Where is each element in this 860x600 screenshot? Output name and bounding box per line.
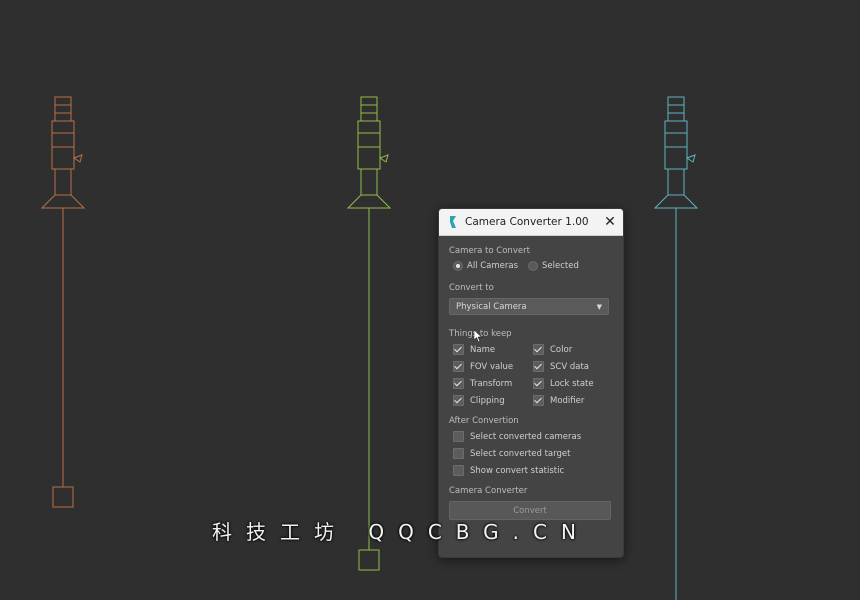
radio-dot-icon bbox=[453, 261, 463, 271]
radio-selected[interactable]: Selected bbox=[528, 261, 579, 271]
watermark-text: 科技工坊 QQCBG.CN bbox=[212, 520, 590, 544]
checkbox-icon bbox=[533, 344, 544, 355]
checkbox-icon bbox=[453, 344, 464, 355]
checkbox-label: Name bbox=[470, 344, 496, 355]
section-after-convertion: After Convertion bbox=[449, 416, 519, 426]
checkbox-label: Select converted target bbox=[470, 448, 571, 459]
checkbox-icon bbox=[533, 378, 544, 389]
checkbox-label: Transform bbox=[470, 378, 513, 389]
checkbox-color[interactable]: Color bbox=[533, 344, 613, 355]
checkbox-icon bbox=[453, 448, 464, 459]
app-icon bbox=[450, 216, 456, 228]
checkbox-label: Select converted cameras bbox=[470, 431, 582, 442]
checkbox-label: Lock state bbox=[550, 378, 594, 389]
convert-to-value: Physical Camera bbox=[456, 301, 527, 312]
checkbox-label: Modifier bbox=[550, 395, 585, 406]
dialog-title: Camera Converter 1.00 bbox=[465, 216, 589, 228]
mouse-cursor-icon bbox=[474, 330, 482, 342]
convert-to-dropdown[interactable]: Physical Camera ▼ bbox=[449, 298, 609, 315]
camera-cyan[interactable] bbox=[653, 96, 699, 600]
dialog-titlebar[interactable]: Camera Converter 1.00 ✕ bbox=[439, 209, 623, 236]
camera-green[interactable] bbox=[346, 96, 392, 571]
checkbox-name[interactable]: Name bbox=[453, 344, 533, 355]
checkbox-modifier[interactable]: Modifier bbox=[533, 395, 613, 406]
radio-dot-icon bbox=[528, 261, 539, 271]
camera-orange[interactable] bbox=[40, 96, 86, 508]
checkbox-select-converted-cameras[interactable]: Select converted cameras bbox=[453, 431, 613, 442]
checkbox-label: FOV value bbox=[470, 361, 514, 372]
checkbox-label: Color bbox=[550, 344, 573, 355]
viewport[interactable] bbox=[0, 0, 860, 600]
chevron-down-icon: ▼ bbox=[596, 302, 602, 311]
checkbox-icon bbox=[453, 378, 464, 389]
checkbox-lock-state[interactable]: Lock state bbox=[533, 378, 613, 389]
checkbox-label: Clipping bbox=[470, 395, 505, 406]
radio-all-cameras-label: All Cameras bbox=[467, 261, 519, 271]
checkbox-icon bbox=[453, 431, 464, 442]
section-camera-to-convert: Camera to Convert bbox=[449, 246, 530, 256]
checkbox-fov-value[interactable]: FOV value bbox=[453, 361, 533, 372]
radio-all-cameras[interactable]: All Cameras bbox=[453, 261, 518, 271]
section-convert-to: Convert to bbox=[449, 283, 494, 293]
checkbox-transform[interactable]: Transform bbox=[453, 378, 533, 389]
checkbox-select-converted-target[interactable]: Select converted target bbox=[453, 448, 613, 459]
section-camera-converter: Camera Converter bbox=[449, 486, 528, 496]
radio-selected-label: Selected bbox=[542, 261, 579, 271]
checkbox-clipping[interactable]: Clipping bbox=[453, 395, 533, 406]
camera-converter-dialog: Camera Converter 1.00 ✕ Camera to Conver… bbox=[438, 208, 624, 558]
checkbox-icon bbox=[453, 395, 464, 406]
close-icon[interactable]: ✕ bbox=[597, 209, 623, 235]
checkbox-icon bbox=[533, 361, 544, 372]
checkbox-scv-data[interactable]: SCV data bbox=[533, 361, 613, 372]
checkbox-show-convert-statistic[interactable]: Show convert statistic bbox=[453, 465, 613, 476]
checkbox-label: Show convert statistic bbox=[470, 465, 565, 476]
checkbox-icon bbox=[533, 395, 544, 406]
checkbox-icon bbox=[453, 465, 464, 476]
checkbox-label: SCV data bbox=[550, 361, 589, 372]
checkbox-icon bbox=[453, 361, 464, 372]
